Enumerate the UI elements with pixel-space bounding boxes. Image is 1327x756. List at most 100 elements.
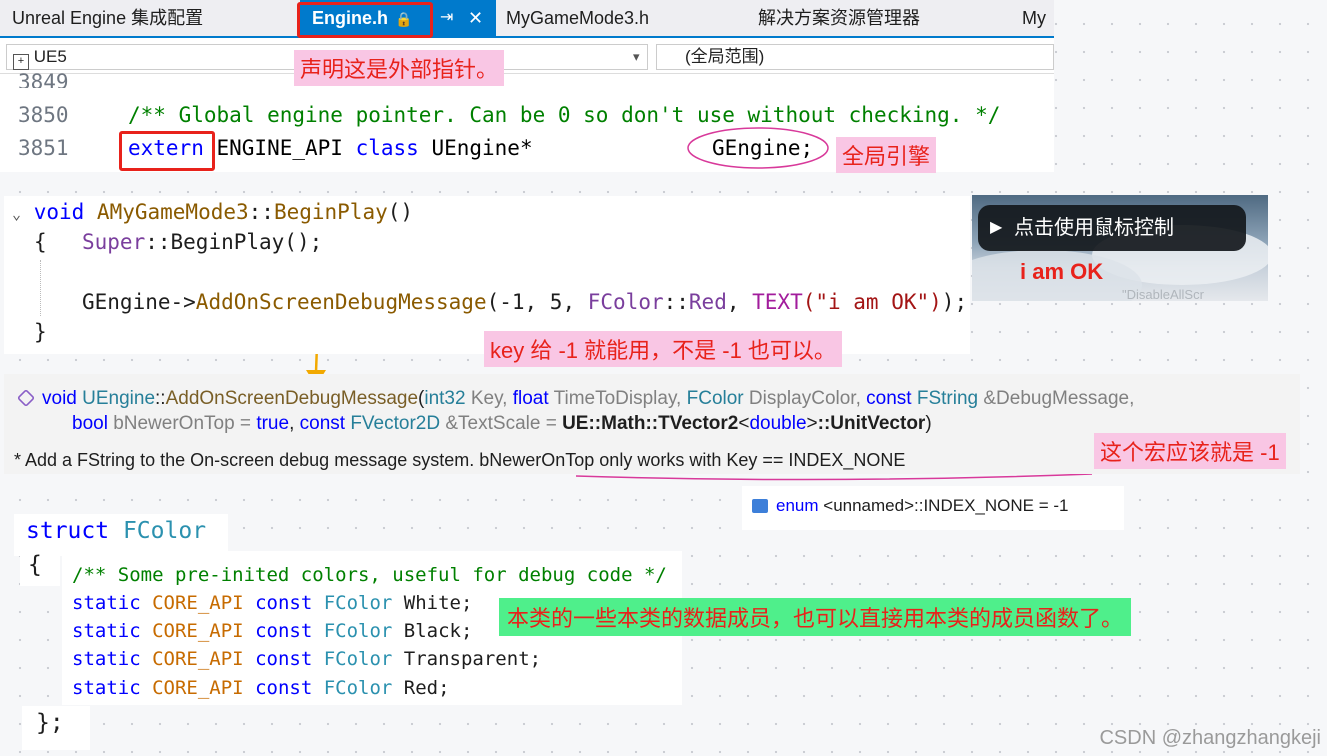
scope-sep: :: (145, 230, 171, 254)
p3-name: DisplayColor, (743, 388, 867, 409)
debug-message-output: i am OK (1020, 259, 1104, 284)
enum-text: <unnamed>::INDEX_NONE = -1 (823, 496, 1069, 515)
macro-core-api: CORE_API (152, 592, 244, 614)
cursor-icon: ▶ (990, 219, 1003, 236)
keyword-static: static (72, 677, 141, 699)
keyword-struct: struct (26, 518, 110, 544)
p6-lt: < (738, 413, 750, 434)
type-fcolor: FColor (323, 592, 393, 614)
p4-name: &DebugMessage, (978, 388, 1135, 409)
p6-close: ) (925, 413, 932, 434)
underline-stroke (575, 473, 1093, 481)
member-name: Black; (392, 620, 473, 642)
mouse-control-label: 点击使用鼠标控制 (1014, 217, 1174, 239)
tooltip-signature-line1: void UEngine::AddOnScreenDebugMessage(in… (16, 388, 1135, 410)
open-brace: { (34, 230, 47, 254)
struct-open-brace: { (28, 552, 42, 578)
type-fcolor: FColor (323, 620, 393, 642)
p4-type: FString (911, 388, 979, 409)
key-annotation: key 给 -1 就能用，不是 -1 也可以。 (484, 331, 842, 367)
super-call: Super::BeginPlay(); (82, 230, 322, 254)
fcolor-annotation: 本类的一些本类的数据成员，也可以直接用本类的成员函数了。 (499, 598, 1132, 636)
keyword-const: const (255, 648, 313, 670)
mouse-control-button[interactable]: ▶ 点击使用鼠标控制 (978, 205, 1246, 251)
p6-val: UE::Math::TVector2 (562, 413, 739, 434)
keyword-static: static (72, 592, 141, 614)
close-brace: } (34, 320, 47, 344)
sig-class: UEngine (82, 388, 156, 409)
member-name: White; (392, 592, 473, 614)
struct-header: struct FColor (26, 518, 206, 544)
sig-sep: :: (155, 388, 166, 409)
call-method: AddOnScreenDebugMessage (195, 290, 487, 314)
member-black: static CORE_API const FColor Black; (72, 620, 472, 642)
p6-type: FVector2D (345, 413, 441, 434)
p6-tmpl: double (749, 413, 807, 434)
type-fcolor: FColor (323, 677, 393, 699)
p5-name: bNewerOnTop = (107, 413, 257, 434)
p5-comma: , (289, 413, 300, 434)
p6-const: const (299, 413, 346, 434)
struct-name: FColor (122, 518, 207, 544)
macro-annotation: 这个宏应该就是 -1 (1094, 433, 1286, 469)
game-viewport: "DisableAllScr ▶ 点击使用鼠标控制 i am OK (972, 195, 1268, 301)
collapse-icon[interactable]: ⌄ (12, 205, 21, 223)
keyword-const: const (255, 677, 313, 699)
super-keyword: Super (82, 230, 146, 254)
type-fcolor: FColor (323, 648, 393, 670)
p4-const: const (866, 388, 912, 409)
p6-tail: ::UnitVector (817, 413, 926, 434)
keyword-void: void (33, 200, 85, 224)
scope-sep: :: (663, 290, 689, 314)
p1-type: int32 (424, 388, 466, 409)
struct-close-brace: }; (36, 710, 64, 736)
enum-tooltip: enum <unnamed>::INDEX_NONE = -1 (742, 486, 1124, 530)
tooltip-signature-line2: bool bNewerOnTop = true, const FVector2D… (72, 413, 932, 435)
member-red: static CORE_API const FColor Red; (72, 677, 450, 699)
p3-type: FColor (686, 388, 744, 409)
beginplay-signature: ⌄ void AMyGameMode3::BeginPlay() (12, 200, 413, 224)
enum-icon (752, 499, 768, 513)
p5-val: true (256, 413, 290, 434)
tooltip-description: * Add a FString to the On-screen debug m… (14, 450, 906, 470)
p1-name: Key, (465, 388, 513, 409)
p2-type: float (512, 388, 549, 409)
class-name: AMyGameMode3 (96, 200, 249, 224)
keyword-static: static (72, 648, 141, 670)
gengine-ref: GEngine-> (82, 290, 196, 314)
p5-type: bool (72, 413, 108, 434)
member-transparent: static CORE_API const FColor Transparent… (72, 648, 541, 670)
text-macro: TEXT (752, 290, 803, 314)
args-start: (-1, 5, (486, 290, 588, 314)
watermark: CSDN @zhangzhangkeji (1099, 727, 1321, 749)
enum-keyword: enum (776, 496, 819, 515)
gengine-circle (687, 127, 829, 169)
member-name: Red; (392, 677, 450, 699)
keyword-const: const (255, 620, 313, 642)
parens: () (387, 200, 414, 224)
keyword-const: const (255, 592, 313, 614)
macro-core-api: CORE_API (152, 648, 244, 670)
debug-message-call: GEngine->AddOnScreenDebugMessage(-1, 5, … (82, 290, 967, 314)
red-member: Red (688, 290, 727, 314)
p6-gt: > (806, 413, 818, 434)
overlay-text: "DisableAllScr (1122, 287, 1204, 301)
indent-guide (40, 260, 41, 316)
macro-core-api: CORE_API (152, 677, 244, 699)
fcolor-type: FColor (587, 290, 664, 314)
scope-sep: :: (248, 200, 274, 224)
keyword-static: static (72, 620, 141, 642)
member-name: Transparent; (392, 648, 542, 670)
p6-name: &TextScale = (440, 413, 563, 434)
sig-method: AddOnScreenDebugMessage (165, 388, 419, 409)
struct-comment: /** Some pre-inited colors, useful for d… (72, 564, 667, 586)
args-end: ); (941, 290, 968, 314)
text-string: ("i am OK") (802, 290, 942, 314)
cube-icon (16, 388, 36, 408)
method-name: BeginPlay (273, 200, 388, 224)
macro-core-api: CORE_API (152, 620, 244, 642)
args-comma: , (726, 290, 753, 314)
p2-name: TimeToDisplay, (548, 388, 687, 409)
sig-void: void (42, 388, 77, 409)
member-white: static CORE_API const FColor White; (72, 592, 472, 614)
